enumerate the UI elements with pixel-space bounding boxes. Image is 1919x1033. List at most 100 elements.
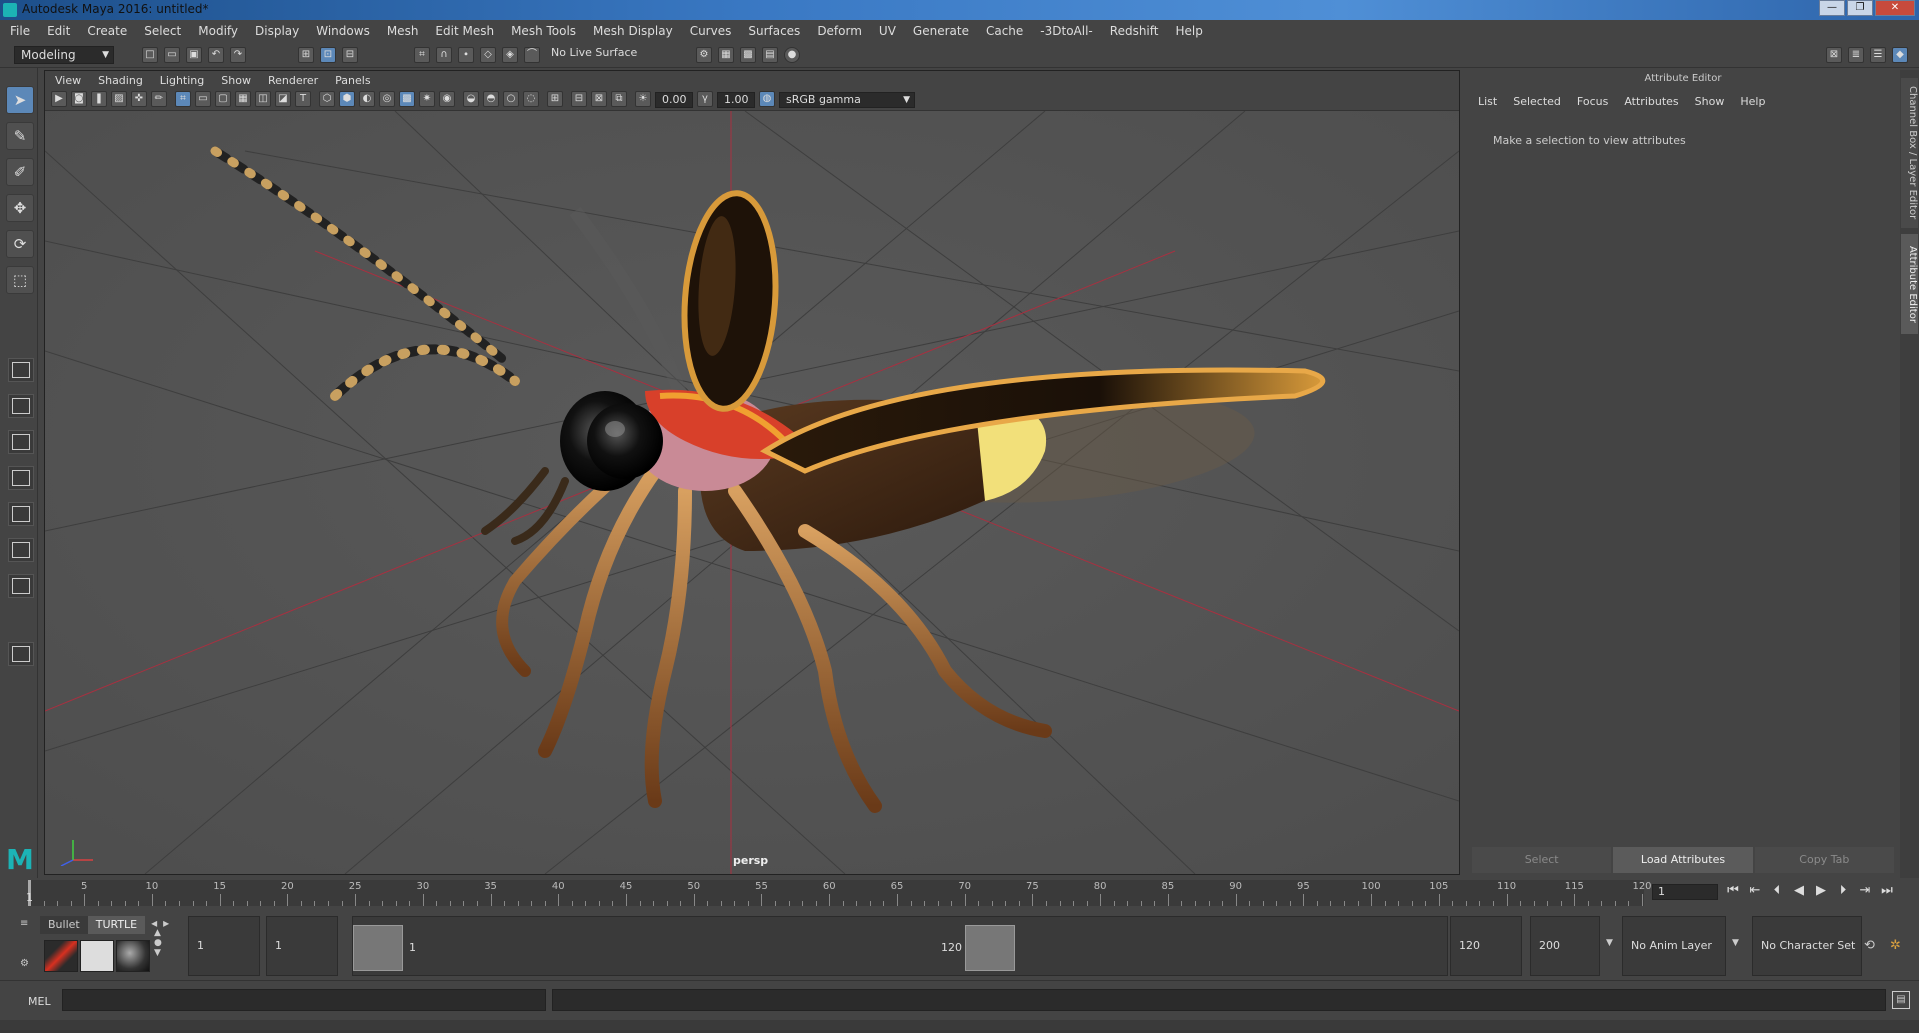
- new-scene-icon[interactable]: □: [142, 47, 158, 63]
- menu-modify[interactable]: Modify: [198, 24, 238, 38]
- menu-file[interactable]: File: [10, 24, 30, 38]
- grease-pencil-icon[interactable]: ✏: [151, 91, 167, 107]
- ae-menu-attributes[interactable]: Attributes: [1624, 95, 1678, 108]
- attribute-editor-tab[interactable]: Attribute Editor: [1901, 234, 1918, 334]
- maximize-button[interactable]: ❐: [1847, 0, 1873, 16]
- menu-mesh-tools[interactable]: Mesh Tools: [511, 24, 576, 38]
- grid-icon[interactable]: ⌗: [175, 91, 191, 107]
- lasso-tool-icon[interactable]: ✎: [6, 122, 34, 150]
- save-scene-icon[interactable]: ▣: [186, 47, 202, 63]
- render-frame-icon[interactable]: ▦: [718, 47, 734, 63]
- persp-uv-layout-icon[interactable]: [8, 538, 34, 562]
- shelf-tab-bullet[interactable]: Bullet: [40, 916, 88, 934]
- image-plane-icon[interactable]: ▨: [111, 91, 127, 107]
- persp-outliner-layout-icon[interactable]: [8, 466, 34, 490]
- collapse-layouts-icon[interactable]: [8, 642, 34, 666]
- command-language-label[interactable]: MEL: [28, 995, 51, 1008]
- render-view-icon[interactable]: ▤: [762, 47, 778, 63]
- rotate-tool-icon[interactable]: ⟳: [6, 230, 34, 258]
- shelf-settings-icon[interactable]: ⚙: [20, 958, 34, 972]
- snap-grid-icon[interactable]: ⌗: [414, 47, 430, 63]
- play-forward-icon[interactable]: ▶: [1814, 883, 1828, 898]
- menu-deform[interactable]: Deform: [817, 24, 862, 38]
- persp-node-layout-icon[interactable]: [8, 574, 34, 598]
- depth-of-field-icon[interactable]: ○: [503, 91, 519, 107]
- hypershade-icon[interactable]: ●: [784, 47, 800, 63]
- gamma-field[interactable]: 1.00: [717, 92, 755, 108]
- turtle-bake-icon[interactable]: [80, 940, 114, 972]
- shelf-scroll-right-icon[interactable]: ▸: [163, 916, 169, 934]
- menu-surfaces[interactable]: Surfaces: [748, 24, 800, 38]
- menu-mesh[interactable]: Mesh: [387, 24, 419, 38]
- scale-tool-icon[interactable]: ⬚: [6, 266, 34, 294]
- anim-layer-dropdown[interactable]: No Anim Layer: [1622, 916, 1726, 976]
- animation-start-field[interactable]: 1: [188, 916, 260, 976]
- use-all-lights-icon[interactable]: ▩: [399, 91, 415, 107]
- menu-edit[interactable]: Edit: [47, 24, 70, 38]
- step-forward-key-icon[interactable]: ⇥: [1858, 883, 1872, 898]
- close-button[interactable]: ✕: [1875, 0, 1915, 16]
- menu-display[interactable]: Display: [255, 24, 299, 38]
- range-end-handle[interactable]: [965, 925, 1015, 971]
- shelf-tab-turtle[interactable]: TURTLE: [87, 916, 146, 934]
- current-frame-field[interactable]: 1: [1652, 884, 1718, 900]
- shelf-menu-icon[interactable]: ≡: [20, 918, 34, 932]
- render-settings-icon[interactable]: ⚙: [696, 47, 712, 63]
- snap-view-icon[interactable]: ◇: [480, 47, 496, 63]
- channel-box-tab[interactable]: Channel Box / Layer Editor: [1901, 78, 1918, 228]
- wireframe-on-shaded-icon[interactable]: ◐: [359, 91, 375, 107]
- character-set-dropdown[interactable]: No Character Set: [1752, 916, 1862, 976]
- persp-hypershade-layout-icon[interactable]: [8, 502, 34, 526]
- shelf-up-down-icon[interactable]: ▲ ● ▼: [154, 928, 162, 958]
- open-scene-icon[interactable]: ▭: [164, 47, 180, 63]
- textured-icon[interactable]: ◎: [379, 91, 395, 107]
- menu-select[interactable]: Select: [144, 24, 181, 38]
- motion-blur-icon[interactable]: ◒: [463, 91, 479, 107]
- menu-cache[interactable]: Cache: [986, 24, 1023, 38]
- xray-components-icon[interactable]: ⊠: [591, 91, 607, 107]
- minimize-button[interactable]: —: [1819, 0, 1845, 16]
- safe-action-icon[interactable]: ◪: [275, 91, 291, 107]
- copy-tab-button[interactable]: Copy Tab: [1754, 847, 1894, 873]
- camera-icon[interactable]: ▶: [51, 91, 67, 107]
- bookmark-icon[interactable]: ❚: [91, 91, 107, 107]
- playback-end-field[interactable]: 120: [1450, 916, 1522, 976]
- move-tool-icon[interactable]: ✥: [6, 194, 34, 222]
- gamma-icon[interactable]: γ: [697, 91, 713, 107]
- menu-set-dropdown[interactable]: Modeling ▼: [14, 46, 114, 64]
- attribute-editor-toggle-icon[interactable]: ≣: [1848, 47, 1864, 63]
- pan-zoom-icon[interactable]: ✜: [131, 91, 147, 107]
- snap-curve-icon[interactable]: ∩: [436, 47, 452, 63]
- viewport-menu-shading[interactable]: Shading: [98, 74, 143, 87]
- playback-range-bar[interactable]: 1 120: [352, 916, 1448, 976]
- ae-menu-show[interactable]: Show: [1695, 95, 1725, 108]
- select-tool-icon[interactable]: ➤: [6, 86, 34, 114]
- make-live-icon[interactable]: ⌒: [524, 47, 540, 63]
- isolate-select-icon[interactable]: ◌: [523, 91, 539, 107]
- step-back-key-icon[interactable]: ⇤: [1748, 883, 1762, 898]
- select-component-icon[interactable]: ⊟: [342, 47, 358, 63]
- menu-curves[interactable]: Curves: [690, 24, 732, 38]
- menu-redshift[interactable]: Redshift: [1110, 24, 1159, 38]
- animation-preferences-icon[interactable]: ✲: [1890, 938, 1901, 953]
- chevron-down-icon[interactable]: ▼: [1732, 938, 1739, 948]
- field-chart-icon[interactable]: ◫: [255, 91, 271, 107]
- viewport-menu-panels[interactable]: Panels: [335, 74, 370, 87]
- auto-key-icon[interactable]: ⟲: [1864, 938, 1875, 953]
- ae-select-button[interactable]: Select: [1472, 847, 1612, 873]
- playback-start-field[interactable]: 1: [266, 916, 338, 976]
- menu-generate[interactable]: Generate: [913, 24, 969, 38]
- single-perspective-layout-icon[interactable]: [8, 358, 34, 382]
- exposure-field[interactable]: 0.00: [655, 92, 693, 108]
- snap-surface-icon[interactable]: ◈: [502, 47, 518, 63]
- select-hierarchy-icon[interactable]: ⊞: [298, 47, 314, 63]
- menu-help[interactable]: Help: [1175, 24, 1202, 38]
- turtle-render-icon[interactable]: [44, 940, 78, 972]
- modeling-toolkit-icon[interactable]: ⊠: [1826, 47, 1842, 63]
- viewport-menu-show[interactable]: Show: [221, 74, 251, 87]
- view-transform-dropdown[interactable]: sRGB gamma ▼: [779, 92, 915, 108]
- time-slider-track[interactable]: 5 10 15 20 25 30 35 40 45 50 55 60 65 70 75 80 85 90 95 100…: [28, 880, 1652, 906]
- paint-select-tool-icon[interactable]: ✐: [6, 158, 34, 186]
- menu-mesh-display[interactable]: Mesh Display: [593, 24, 673, 38]
- film-gate-icon[interactable]: ▭: [195, 91, 211, 107]
